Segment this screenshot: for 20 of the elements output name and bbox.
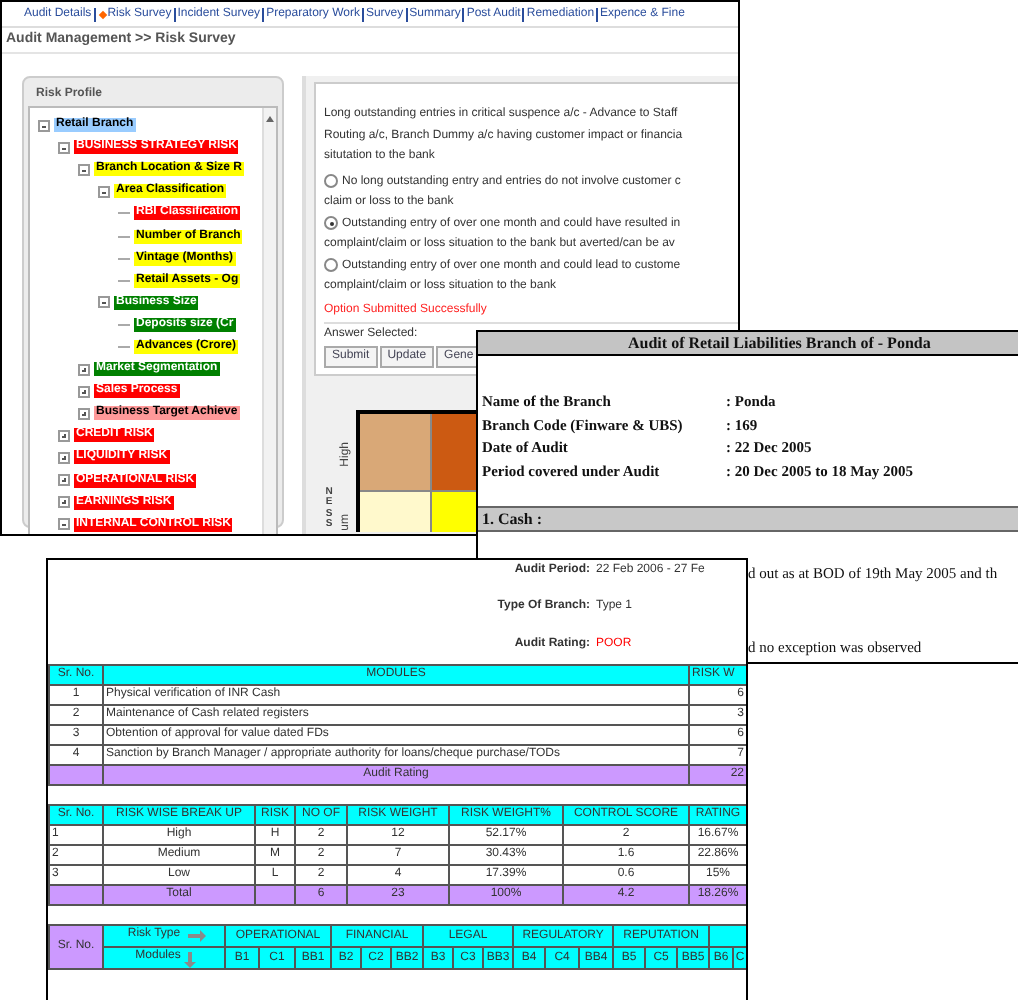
tree-toggle[interactable] <box>58 474 70 487</box>
tree-toggle[interactable] <box>58 141 70 154</box>
tree-toggle[interactable] <box>78 363 90 376</box>
radio-button[interactable] <box>324 216 338 231</box>
tree-toggle[interactable] <box>78 385 90 398</box>
tree-toggle[interactable] <box>98 185 110 198</box>
scroll-up-icon[interactable] <box>266 116 274 122</box>
tree-toggle[interactable] <box>58 429 70 442</box>
tree-toggle[interactable] <box>58 496 70 509</box>
tree-toggle[interactable] <box>78 407 90 420</box>
tree-toggle[interactable] <box>58 518 70 531</box>
tree-toggle[interactable] <box>98 296 110 309</box>
tree-toggle[interactable] <box>38 119 50 132</box>
section-heading: 1. Cash : <box>478 506 1018 532</box>
radio-button[interactable] <box>324 258 338 273</box>
scrollbar[interactable] <box>262 108 276 534</box>
report-title: Audit of Retail Liabilities Branch of - Ponda <box>478 332 1018 356</box>
tree-toggle[interactable] <box>78 163 90 176</box>
radio-button[interactable] <box>324 174 338 189</box>
tree-toggle[interactable] <box>58 451 70 464</box>
